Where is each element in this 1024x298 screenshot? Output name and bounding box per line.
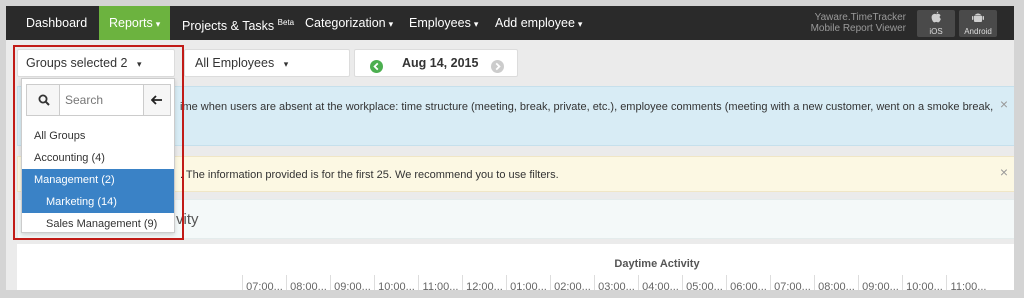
nav-employees[interactable]: Employees ▾	[409, 6, 478, 40]
android-icon	[959, 11, 997, 27]
time-header-cell: 03:00...	[594, 275, 638, 290]
employees-filter-label: All Employees	[195, 56, 275, 70]
time-header-cell: 11:00...	[418, 275, 462, 290]
highlight-annotation	[13, 45, 184, 240]
current-date: Aug 14, 2015	[402, 56, 479, 70]
time-header-cell: 07:00...	[242, 275, 286, 290]
nav-dashboard[interactable]: Dashboard	[26, 6, 87, 40]
nav-add-employee[interactable]: Add employee ▾	[495, 6, 582, 40]
chevron-down-icon: ▾	[388, 19, 394, 29]
time-header-cell: 05:00...	[682, 275, 726, 290]
nav-dashboard-label: Dashboard	[26, 16, 88, 30]
close-icon[interactable]: ×	[1000, 165, 1008, 179]
ios-app-button[interactable]: iOS	[917, 10, 955, 37]
prev-day-button[interactable]	[370, 56, 383, 82]
nav-add-employee-label: Add employee	[495, 16, 575, 30]
top-navbar: Dashboard Reports ▾ Projects & Tasks Beta…	[6, 6, 1014, 40]
mobile-viewer-line1: Yaware.TimeTracker	[814, 12, 906, 23]
nav-reports-label: Reports	[109, 16, 153, 30]
warning-alert-text: . The information provided is for the fi…	[180, 169, 559, 181]
nav-employees-label: Employees	[409, 16, 471, 30]
mobile-viewer-line2: Mobile Report Viewer	[810, 23, 906, 34]
caret-down-icon: ▾	[283, 59, 289, 69]
nav-reports[interactable]: Reports ▾	[99, 6, 171, 40]
time-header-cell: 08:00...	[814, 275, 858, 290]
next-day-button[interactable]	[491, 56, 504, 82]
chevron-down-icon: ▾	[155, 19, 161, 29]
time-header-cell: 12:00...	[462, 275, 506, 290]
time-header-cell: 09:00...	[330, 275, 374, 290]
employees-filter-button[interactable]: All Employees ▾	[184, 49, 350, 77]
nav-projects-label: Projects & Tasks	[182, 19, 275, 33]
arrow-right-circle-icon	[491, 60, 504, 73]
time-header-cell: 08:00...	[286, 275, 330, 290]
time-header-cell: 06:00...	[726, 275, 770, 290]
nav-projects-tasks[interactable]: Projects & Tasks Beta	[182, 6, 294, 40]
chevron-down-icon: ▾	[473, 19, 479, 29]
close-icon[interactable]: ×	[1000, 97, 1008, 111]
info-alert-text: ime when users are absent at the workpla…	[180, 101, 994, 113]
time-header-cell: 01:00...	[506, 275, 550, 290]
app-window: Dashboard Reports ▾ Projects & Tasks Beta…	[0, 0, 1024, 298]
mobile-viewer-text: Yaware.TimeTracker Mobile Report Viewer	[786, 12, 906, 34]
time-header-cell: 10:00...	[902, 275, 946, 290]
nav-categorization-label: Categorization	[305, 16, 386, 30]
android-label: Android	[964, 27, 992, 36]
time-header-cell: 02:00...	[550, 275, 594, 290]
chevron-down-icon: ▾	[577, 19, 583, 29]
activity-table: Daytime Activity 07:00... 08:00... 09:00..…	[17, 244, 1014, 290]
apple-icon	[917, 11, 955, 27]
nav-categorization[interactable]: Categorization ▾	[305, 6, 393, 40]
android-app-button[interactable]: Android	[959, 10, 997, 37]
daytime-activity-header: Daytime Activity	[614, 258, 700, 270]
time-header-cell: 11:00...	[946, 275, 990, 290]
time-header-cell: 09:00...	[858, 275, 902, 290]
time-header-cell: 04:00...	[638, 275, 682, 290]
time-header-cell: 10:00...	[374, 275, 418, 290]
beta-badge: Beta	[277, 18, 295, 27]
date-picker: Aug 14, 2015	[354, 49, 518, 77]
time-header-cell: 07:00...	[770, 275, 814, 290]
arrow-left-circle-icon	[370, 60, 383, 73]
ios-label: iOS	[929, 27, 943, 36]
